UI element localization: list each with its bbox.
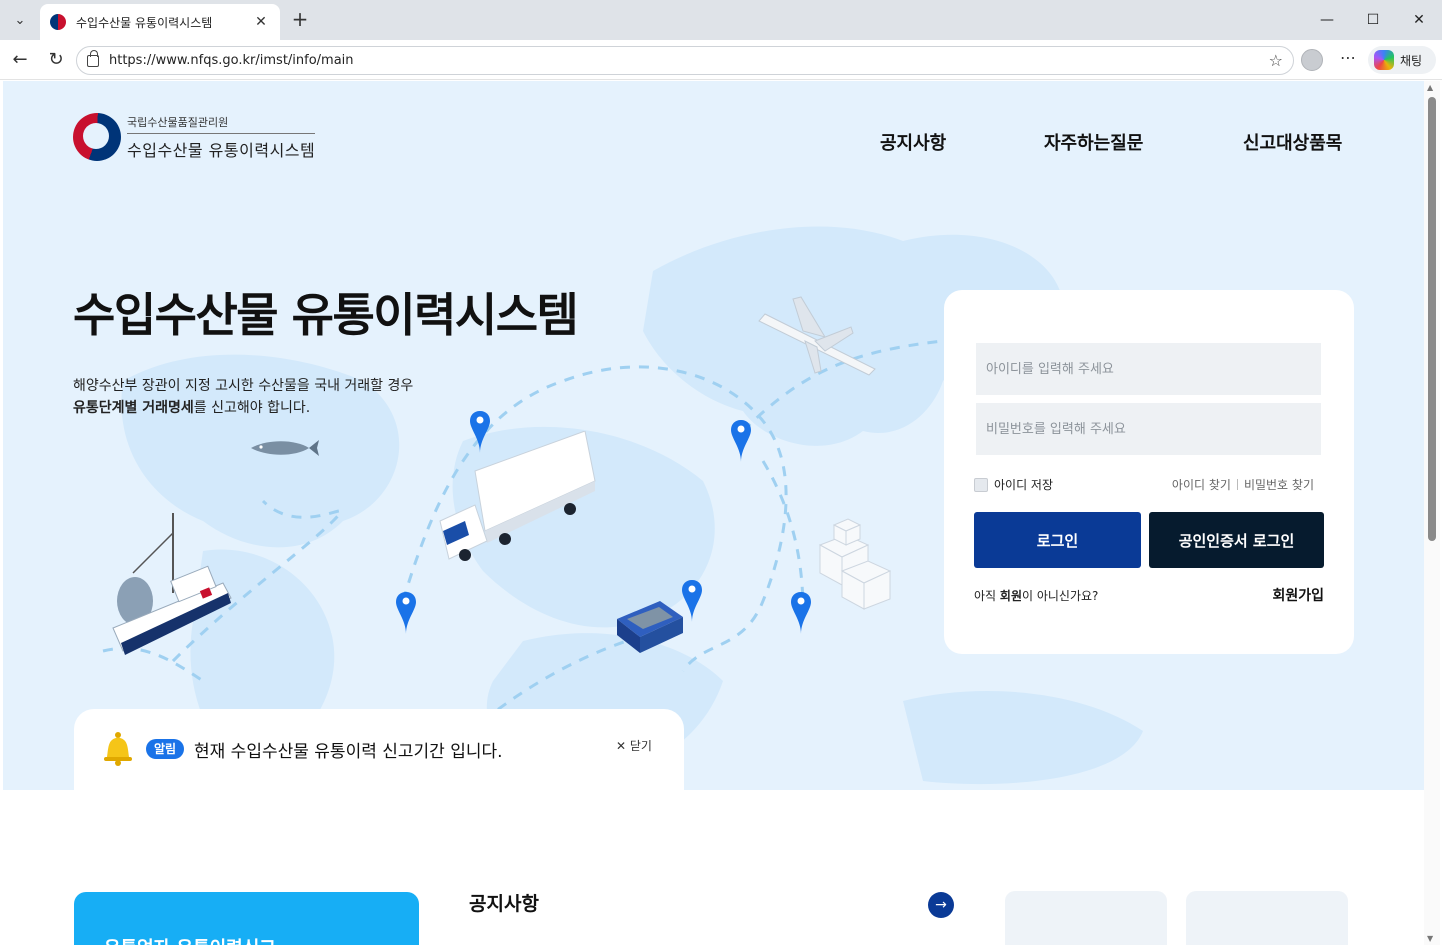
fish-icon (251, 440, 319, 456)
page-viewport: 국립수산물품질관리원 수입수산물 유통이력시스템 공지사항 자주하는질문 신고대… (3, 81, 1424, 945)
not-member-prefix: 아직 (974, 589, 1000, 603)
quick-link-card[interactable] (1005, 891, 1167, 945)
location-pin-icon (731, 420, 751, 462)
alert-message: 현재 수입수산물 유통이력 신고기간 입니다. (194, 742, 503, 762)
certificate-login-button[interactable]: 공인인증서 로그인 (1149, 512, 1324, 568)
find-account-links: 아이디 찾기 비밀번호 찾기 (1172, 476, 1314, 493)
signup-link[interactable]: 회원가입 (1272, 585, 1324, 605)
distributor-report-card[interactable]: 유통업자 유통이력신고 (74, 892, 419, 945)
distributor-report-title: 유통업자 유통이력신고 (104, 934, 276, 945)
page-scrollbar[interactable]: ▲ ▼ (1424, 81, 1440, 945)
system-name: 수입수산물 유통이력시스템 (127, 140, 316, 160)
url-input[interactable]: https://www.nfqs.go.kr/imst/info/main ☆ (76, 46, 1294, 75)
not-member-suffix: 이 아니신가요? (1022, 589, 1099, 603)
quick-link-card[interactable] (1186, 891, 1348, 945)
hero-title-bold: 유통이력시스템 (291, 288, 579, 342)
fish-crate-icon (617, 601, 683, 653)
link-divider (1236, 479, 1238, 490)
copilot-chat-button[interactable]: 채팅 (1368, 46, 1436, 74)
hero-desc-line1: 해양수산부 장관이 지정 고시한 수산물을 국내 거래할 경우 (73, 378, 414, 394)
site-info-icon[interactable] (87, 49, 99, 67)
government-emblem-icon (73, 113, 121, 161)
alert-badge: 알림 (146, 739, 185, 759)
tab-list-menu-button[interactable]: ⌄ (6, 6, 34, 34)
tab-title: 수입수산물 유통이력시스템 (76, 15, 213, 30)
location-pin-icon (470, 411, 490, 453)
url-text: https://www.nfqs.go.kr/imst/info/main (109, 53, 354, 68)
bookmark-star-icon[interactable]: ☆ (1269, 51, 1283, 70)
login-card: 아이디 저장 아이디 찾기 비밀번호 찾기 로그인 공인인증서 로그인 아직 회… (944, 290, 1354, 654)
remember-id-checkbox[interactable]: 아이디 저장 (974, 476, 1053, 493)
password-input[interactable] (976, 403, 1321, 455)
new-tab-button[interactable]: + (288, 8, 312, 32)
scroll-down-icon[interactable]: ▼ (1427, 934, 1433, 943)
not-member-bold: 회원 (999, 589, 1022, 603)
site-favicon-icon (50, 14, 66, 30)
hero-description: 해양수산부 장관이 지정 고시한 수산물을 국내 거래할 경우 유통단계별 거래… (73, 375, 413, 419)
more-menu-icon[interactable]: ⋯ (1337, 48, 1359, 72)
profile-avatar-icon[interactable] (1301, 49, 1323, 71)
browser-tab[interactable]: 수입수산물 유통이력시스템 ✕ (40, 4, 280, 40)
delivery-truck-icon (439, 431, 596, 561)
nav-item-target-products[interactable]: 신고대상품목 (1243, 129, 1342, 155)
stacked-boxes-icon (818, 518, 891, 610)
checkbox-icon[interactable] (974, 477, 988, 492)
login-button[interactable]: 로그인 (974, 512, 1141, 568)
hero-title: 수입수산물 유통이력시스템 (73, 279, 579, 345)
location-pin-icon (396, 592, 416, 634)
bell-icon (104, 732, 132, 766)
not-member-text: 아직 회원이 아니신가요? (974, 587, 1098, 604)
user-id-input[interactable] (976, 343, 1321, 395)
hero-desc-bold: 유통단계별 거래명세 (73, 400, 194, 416)
maximize-button[interactable]: ☐ (1361, 8, 1385, 32)
copilot-label: 채팅 (1400, 53, 1423, 68)
fishing-boat-icon (112, 513, 232, 655)
tab-close-icon[interactable]: ✕ (252, 14, 270, 30)
notice-alert-banner: 알림 현재 수입수산물 유통이력 신고기간 입니다. ✕ 닫기 (74, 709, 684, 799)
browser-address-bar: ← ↻ https://www.nfqs.go.kr/imst/info/mai… (0, 40, 1442, 80)
nav-item-notice[interactable]: 공지사항 (880, 129, 946, 155)
back-arrow-icon[interactable]: ← (8, 48, 32, 72)
location-pin-icon (682, 580, 702, 622)
copilot-icon (1374, 50, 1394, 70)
site-logo[interactable]: 국립수산물품질관리원 수입수산물 유통이력시스템 (73, 113, 315, 161)
remember-id-label: 아이디 저장 (994, 478, 1054, 492)
scroll-up-icon[interactable]: ▲ (1427, 83, 1433, 92)
hero-section: 국립수산물품질관리원 수입수산물 유통이력시스템 공지사항 자주하는질문 신고대… (3, 81, 1424, 790)
find-id-link[interactable]: 아이디 찾기 (1172, 476, 1231, 493)
org-name: 국립수산물품질관리원 (127, 114, 315, 134)
notice-section-heading: 공지사항 (469, 893, 539, 915)
chevron-down-icon: ⌄ (14, 12, 26, 28)
hero-title-light: 수입수산물 (73, 288, 292, 342)
close-window-button[interactable]: ✕ (1407, 8, 1431, 32)
nav-item-faq[interactable]: 자주하는질문 (1044, 129, 1143, 155)
arrow-right-icon[interactable]: → (928, 892, 954, 918)
alert-close-button[interactable]: ✕ 닫기 (616, 737, 652, 754)
hero-desc-line2: 를 신고해야 합니다. (193, 400, 311, 416)
find-password-link[interactable]: 비밀번호 찾기 (1244, 476, 1314, 493)
location-pin-icon (791, 592, 811, 634)
minimize-button[interactable]: — (1315, 8, 1339, 32)
browser-tab-bar: ⌄ 수입수산물 유통이력시스템 ✕ + — ☐ ✕ (0, 0, 1442, 40)
scrollbar-thumb[interactable] (1428, 97, 1436, 541)
reload-icon[interactable]: ↻ (44, 48, 68, 72)
airplane-icon (758, 296, 876, 376)
